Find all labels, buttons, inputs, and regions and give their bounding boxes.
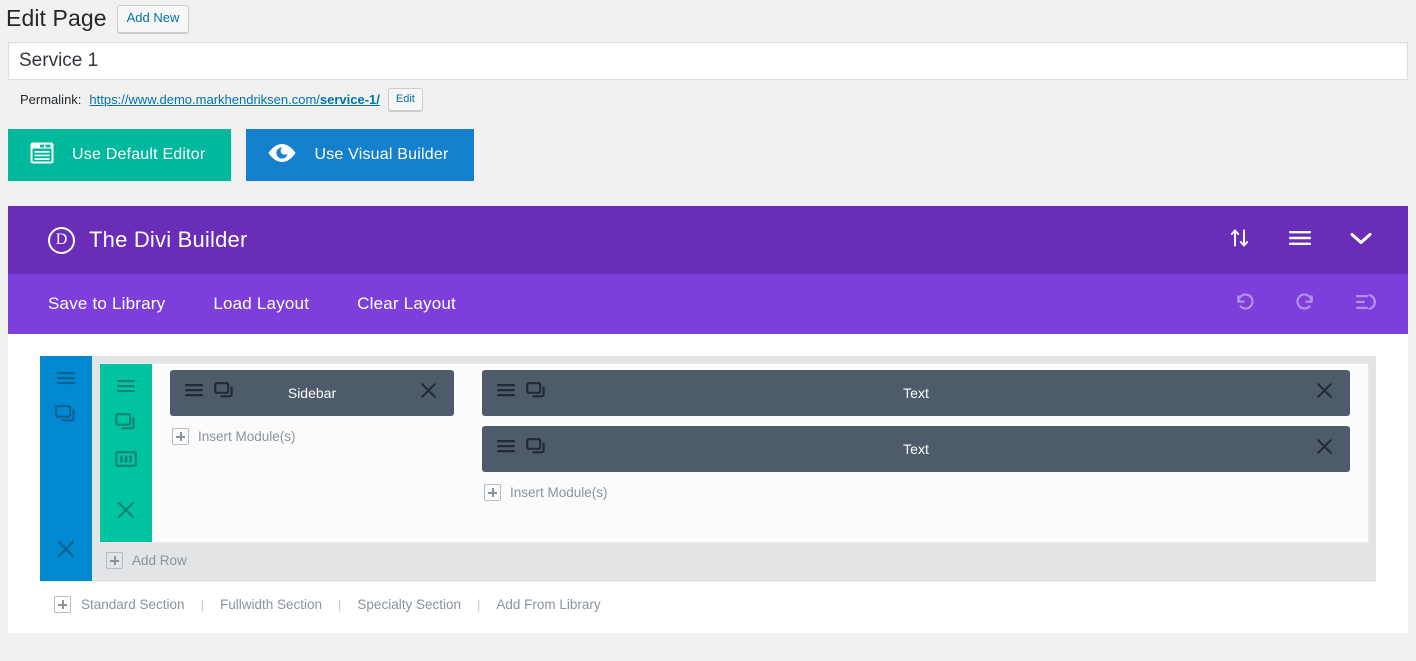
permalink-base: https://www.demo.markhendriksen.com/ [89, 92, 320, 107]
post-title-input[interactable] [8, 42, 1408, 80]
divi-builder-header: D The Divi Builder [8, 206, 1408, 274]
document-lines-icon [28, 139, 56, 172]
add-row-label: Add Row [132, 553, 187, 568]
add-standard-section-link[interactable]: Standard Section [81, 597, 185, 612]
divi-logo-icon: D [48, 226, 75, 254]
footer-separator: | [338, 597, 342, 612]
redo-icon[interactable] [1294, 291, 1316, 318]
module-settings-icon[interactable] [496, 383, 516, 403]
builder-section[interactable]: Sidebar Insert Module(s) Text Text Inser… [40, 356, 1376, 581]
module-label: Text [903, 441, 929, 457]
footer-separator: | [200, 597, 204, 612]
add-specialty-section-link[interactable]: Specialty Section [357, 597, 461, 612]
add-from-library-link[interactable]: Add From Library [496, 597, 600, 612]
undo-icon[interactable] [1234, 291, 1256, 318]
permalink-slug: service-1/ [319, 92, 380, 107]
insert-modules-label: Insert Module(s) [510, 485, 608, 500]
row-duplicate-icon[interactable] [114, 412, 138, 437]
module-icons [496, 381, 548, 405]
divi-builder-panel: D The Divi Builder Save to Library Load … [8, 206, 1408, 633]
add-fullwidth-section-link[interactable]: Fullwidth Section [220, 597, 322, 612]
permalink-row: Permalink: https://www.demo.markhendriks… [0, 80, 1416, 112]
permalink-link[interactable]: https://www.demo.markhendriksen.com/serv… [89, 92, 379, 107]
builder-module-text-2[interactable]: Text [482, 426, 1350, 472]
permalink-label: Permalink: [20, 92, 82, 107]
insert-modules-label: Insert Module(s) [198, 429, 296, 444]
chevron-down-icon[interactable] [1348, 229, 1374, 252]
module-duplicate-icon[interactable] [214, 381, 236, 405]
divi-brand: D The Divi Builder [48, 226, 248, 254]
module-settings-icon[interactable] [496, 439, 516, 459]
row-columns: Sidebar Insert Module(s) Text Text Inser… [152, 364, 1368, 542]
module-duplicate-icon[interactable] [526, 381, 548, 405]
use-default-editor-label: Use Default Editor [72, 146, 206, 163]
module-settings-icon[interactable] [184, 383, 204, 403]
plus-icon [106, 552, 123, 569]
editor-toggle-group: Use Default Editor Use Visual Builder [0, 110, 1416, 181]
hamburger-menu-icon[interactable] [1287, 228, 1313, 253]
use-default-editor-button[interactable]: Use Default Editor [8, 129, 232, 181]
builder-column-1[interactable]: Sidebar Insert Module(s) [166, 370, 458, 532]
module-duplicate-icon[interactable] [526, 437, 548, 461]
section-duplicate-icon[interactable] [54, 404, 78, 429]
row-columns-icon[interactable] [114, 450, 138, 473]
divi-toolbar-links: Save to Library Load Layout Clear Layout [48, 294, 456, 314]
edit-permalink-button[interactable]: Edit [387, 87, 423, 112]
row-settings-icon[interactable] [115, 378, 137, 399]
footer-separator: | [476, 597, 481, 612]
builder-row[interactable]: Sidebar Insert Module(s) Text Text Inser… [100, 364, 1368, 542]
divi-builder-canvas: Sidebar Insert Module(s) Text Text Inser… [8, 334, 1408, 633]
load-layout-button[interactable]: Load Layout [213, 294, 309, 314]
row-rail-icons [114, 378, 138, 473]
use-visual-builder-label: Use Visual Builder [314, 146, 449, 163]
history-icon[interactable] [1354, 292, 1376, 317]
title-field-wrapper [0, 34, 1416, 80]
module-delete-icon[interactable] [1315, 381, 1334, 405]
builder-module-sidebar[interactable]: Sidebar [170, 370, 454, 416]
row-delete-icon[interactable] [115, 499, 137, 526]
add-section-footer: Standard Section | Fullwidth Section | S… [40, 581, 1376, 633]
clear-layout-button[interactable]: Clear Layout [357, 294, 456, 314]
section-settings-icon[interactable] [55, 370, 77, 391]
module-icons [184, 381, 236, 405]
section-delete-icon[interactable] [55, 538, 77, 565]
page-title: Edit Page [6, 5, 107, 32]
module-icons [496, 437, 548, 461]
sort-arrows-icon[interactable] [1228, 227, 1252, 254]
divi-toolbar-icons [1234, 291, 1376, 318]
module-delete-icon[interactable] [1315, 437, 1334, 461]
builder-module-text-1[interactable]: Text [482, 370, 1350, 416]
divi-builder-toolbar: Save to Library Load Layout Clear Layout [8, 274, 1408, 334]
insert-modules-button-col1[interactable]: Insert Module(s) [170, 426, 454, 453]
module-label: Text [903, 385, 929, 401]
builder-column-2[interactable]: Text Text Insert Module(s) [458, 370, 1354, 532]
plus-icon [484, 484, 501, 501]
wp-page-header: Edit Page Add New [0, 0, 1416, 34]
save-to-library-button[interactable]: Save to Library [48, 294, 165, 314]
eye-icon [266, 141, 298, 170]
divi-header-actions [1228, 227, 1374, 254]
insert-modules-button-col2[interactable]: Insert Module(s) [482, 482, 1350, 509]
plus-icon [172, 428, 189, 445]
divi-builder-title: The Divi Builder [89, 227, 248, 252]
module-delete-icon[interactable] [419, 381, 438, 405]
use-visual-builder-button[interactable]: Use Visual Builder [246, 129, 475, 181]
plus-icon [54, 596, 71, 613]
section-rail-icons [54, 370, 78, 429]
add-new-button[interactable]: Add New [116, 5, 190, 33]
section-body: Sidebar Insert Module(s) Text Text Inser… [92, 356, 1376, 581]
row-rail [100, 364, 152, 542]
section-rail [40, 356, 92, 581]
add-row-button[interactable]: Add Row [92, 542, 1376, 581]
